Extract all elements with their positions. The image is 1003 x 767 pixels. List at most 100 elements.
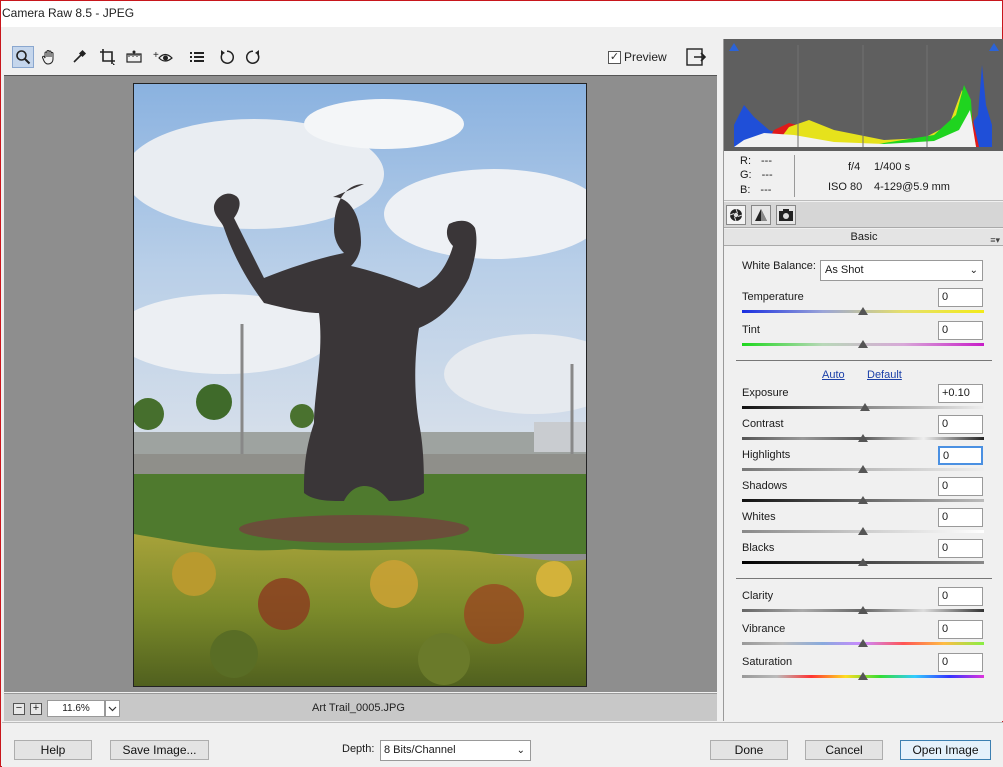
file-name: Art Trail_0005.JPG xyxy=(312,702,405,714)
exposure-slider-thumb[interactable] xyxy=(860,403,870,411)
rotate-right-icon[interactable] xyxy=(242,46,264,68)
adjustments-panel: R: --- G: --- B: --- f/4 1/400 s ISO 80 … xyxy=(723,39,1003,721)
panel-menu-icon[interactable]: ≡▾ xyxy=(990,232,1000,248)
temperature-label: Temperature xyxy=(742,291,804,303)
done-button[interactable]: Done xyxy=(710,740,788,760)
vibrance-label: Vibrance xyxy=(742,623,786,635)
blacks-label: Blacks xyxy=(742,542,775,554)
g-readout: G: --- xyxy=(740,169,773,181)
clarity-slider-thumb[interactable] xyxy=(858,606,868,614)
preview-label: Preview xyxy=(624,50,667,64)
panel-title: Basic xyxy=(850,231,878,243)
crop-tool-icon[interactable] xyxy=(97,46,119,68)
white-balance-tool-icon[interactable] xyxy=(68,46,90,68)
r-readout: R: --- xyxy=(740,155,772,167)
temperature-slider-thumb[interactable] xyxy=(858,307,868,315)
vibrance-field[interactable]: 0 xyxy=(938,620,983,639)
b-value: --- xyxy=(760,184,772,196)
preview-checkbox[interactable]: ✓ xyxy=(608,50,621,64)
shutter-speed: 1/400 s xyxy=(874,161,911,173)
section-divider xyxy=(736,360,992,361)
shadows-field[interactable]: 0 xyxy=(938,477,983,496)
exposure-label: Exposure xyxy=(742,387,789,399)
zoom-dropdown[interactable] xyxy=(105,700,120,717)
default-link[interactable]: Default xyxy=(867,369,902,381)
tint-field[interactable]: 0 xyxy=(938,321,983,340)
blacks-slider-thumb[interactable] xyxy=(858,558,868,566)
zoom-in-button[interactable]: + xyxy=(30,703,42,715)
depth-select[interactable]: 8 Bits/Channel ⌄ xyxy=(380,740,531,761)
straighten-tool-icon[interactable] xyxy=(123,46,145,68)
full-screen-icon[interactable] xyxy=(684,46,708,68)
panel-header: Basic ≡▾ xyxy=(724,229,1003,246)
saturation-slider-thumb[interactable] xyxy=(858,672,868,680)
chevron-down-icon: ⌄ xyxy=(969,265,978,276)
saturation-field[interactable]: 0 xyxy=(938,653,983,672)
chevron-down-icon: ⌄ xyxy=(516,745,525,756)
readout-divider xyxy=(794,155,795,197)
open-image-button[interactable]: Open Image xyxy=(900,740,991,760)
whites-field[interactable]: 0 xyxy=(938,508,983,527)
camera-raw-window: Camera Raw 8.5 - JPEG + ✓ Preview − + 11… xyxy=(0,0,1003,767)
blacks-field[interactable]: 0 xyxy=(938,539,983,558)
svg-text:+: + xyxy=(153,50,159,61)
exposure-field[interactable]: +0.10 xyxy=(938,384,983,403)
preview-toggle[interactable]: ✓ Preview xyxy=(608,50,667,64)
help-button[interactable]: Help xyxy=(14,740,92,760)
white-balance-select[interactable]: As Shot ⌄ xyxy=(820,260,983,281)
cancel-button[interactable]: Cancel xyxy=(805,740,883,760)
camera-calibration-tab-icon[interactable] xyxy=(776,205,796,225)
zoom-out-button[interactable]: − xyxy=(13,703,25,715)
contrast-label: Contrast xyxy=(742,418,784,430)
temperature-field[interactable]: 0 xyxy=(938,288,983,307)
r-label: R: xyxy=(740,155,751,167)
preview-area[interactable] xyxy=(4,75,717,692)
r-value: --- xyxy=(761,155,772,167)
vibrance-slider-thumb[interactable] xyxy=(858,639,868,647)
preferences-icon[interactable] xyxy=(186,46,208,68)
b-label: B: xyxy=(740,184,751,196)
whites-label: Whites xyxy=(742,511,776,523)
shadows-slider-thumb[interactable] xyxy=(858,496,868,504)
iso: ISO 80 xyxy=(828,181,863,193)
g-value: --- xyxy=(761,169,773,181)
clarity-label: Clarity xyxy=(742,590,774,602)
depth-value: 8 Bits/Channel xyxy=(384,744,456,756)
histogram xyxy=(724,39,1003,151)
saturation-label: Saturation xyxy=(742,656,793,668)
white-balance-value: As Shot xyxy=(825,264,864,276)
shadows-label: Shadows xyxy=(742,480,788,492)
window-title: Camera Raw 8.5 - JPEG xyxy=(2,6,135,20)
zoom-level-field[interactable]: 11.6% xyxy=(47,700,105,717)
tint-slider-thumb[interactable] xyxy=(858,340,868,348)
b-readout: B: --- xyxy=(740,184,771,196)
aperture: f/4 xyxy=(848,161,861,173)
preview-image[interactable] xyxy=(133,83,587,687)
rotate-left-icon[interactable] xyxy=(216,46,238,68)
g-label: G: xyxy=(740,169,752,181)
tone-curve-tab-icon[interactable] xyxy=(751,205,771,225)
highlights-label: Highlights xyxy=(742,449,791,461)
hand-tool-icon[interactable] xyxy=(38,46,60,68)
highlights-field[interactable]: 0 xyxy=(938,446,983,465)
depth-label: Depth: xyxy=(342,743,375,755)
contrast-field[interactable]: 0 xyxy=(938,415,983,434)
contrast-slider-thumb[interactable] xyxy=(858,434,868,442)
section-divider-2 xyxy=(736,578,992,579)
whites-slider-thumb[interactable] xyxy=(858,527,868,535)
basic-tab-icon[interactable] xyxy=(726,205,746,225)
white-balance-label: White Balance: xyxy=(742,260,816,272)
save-image-button[interactable]: Save Image... xyxy=(110,740,209,760)
highlights-slider-thumb[interactable] xyxy=(858,465,868,473)
zoom-tool-icon[interactable] xyxy=(12,46,34,68)
panel-tabs xyxy=(724,202,1003,228)
title-bar: Camera Raw 8.5 - JPEG xyxy=(1,1,1002,27)
toolbar: + ✓ Preview xyxy=(4,39,717,75)
bottom-bar: Help Save Image... Depth: 8 Bits/Channel… xyxy=(2,722,1003,767)
red-eye-tool-icon[interactable]: + xyxy=(152,46,174,68)
auto-link[interactable]: Auto xyxy=(822,369,845,381)
clarity-field[interactable]: 0 xyxy=(938,587,983,606)
info-readout: R: --- G: --- B: --- f/4 1/400 s ISO 80 … xyxy=(724,151,1003,201)
status-bar: − + 11.6% Art Trail_0005.JPG xyxy=(4,693,717,721)
tint-label: Tint xyxy=(742,324,760,336)
